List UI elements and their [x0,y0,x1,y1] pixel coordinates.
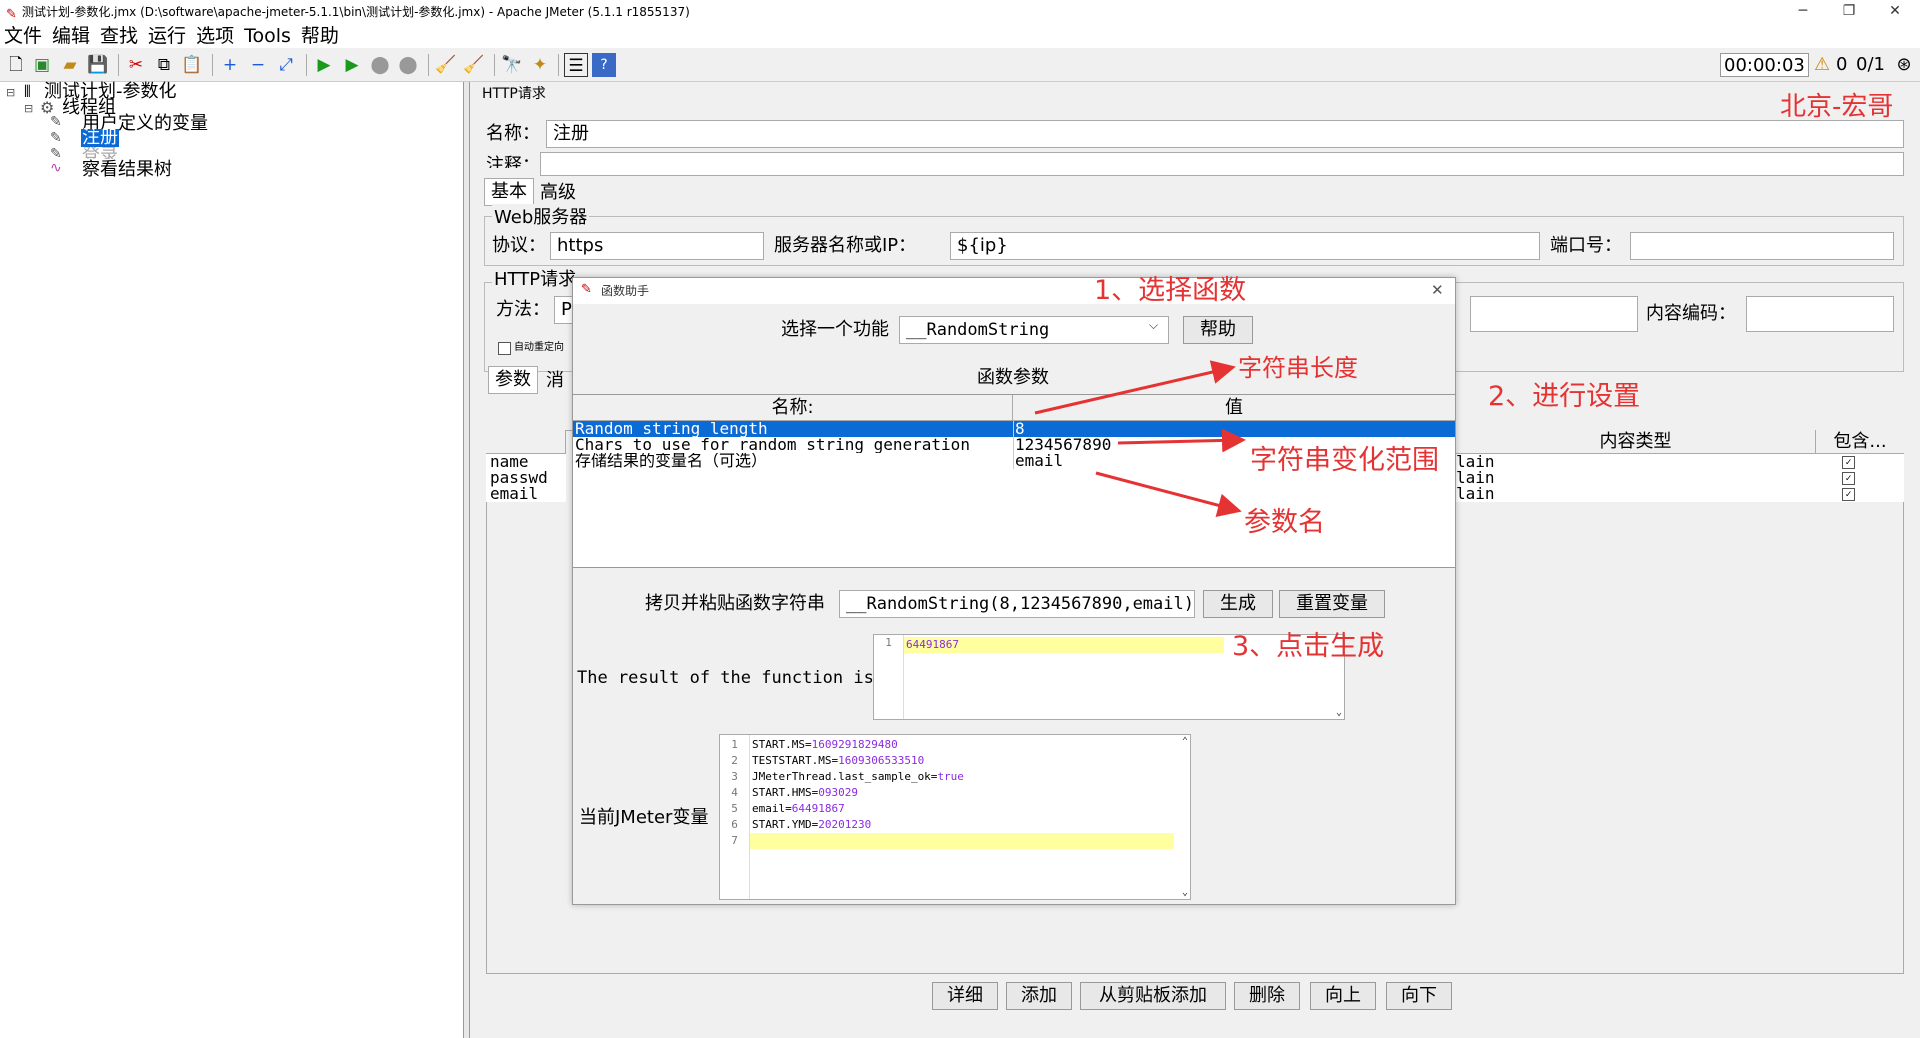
arrow-to-length [1034,360,1236,415]
arrow-to-range [1117,428,1246,453]
arrow-to-param-name [1095,471,1242,518]
annotation-arrows [1034,360,1246,518]
